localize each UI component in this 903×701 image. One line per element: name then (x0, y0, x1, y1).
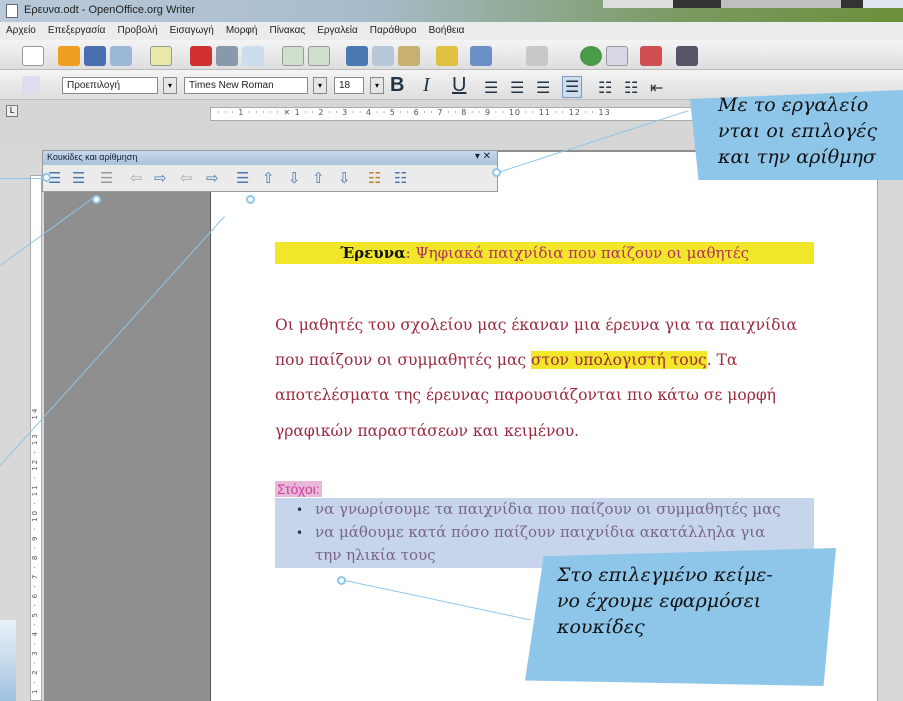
pointer-dot-icon (92, 195, 101, 204)
promote-one-level-icon[interactable]: ⇦ (130, 169, 143, 187)
writer-window: Ερευνα.odt - OpenOffice.org Writer Αρχεί… (0, 0, 903, 701)
font-size-box[interactable]: 18 (334, 77, 364, 94)
redo-icon[interactable] (526, 46, 548, 66)
styles-icon[interactable] (22, 76, 40, 94)
move-down-icon[interactable]: ⇩ (288, 169, 301, 187)
page-preview-icon[interactable] (242, 46, 264, 66)
document-icon (6, 4, 18, 18)
underline-button[interactable]: U (452, 74, 466, 97)
format-paintbrush-icon[interactable] (436, 46, 458, 66)
vertical-ruler: 1 · 2 · 3 · 4 · 5 · 6 · 7 · 8 · 9 · 10 ·… (30, 175, 42, 701)
align-right-icon[interactable]: ☰ (536, 78, 550, 98)
paragraph-line[interactable]: αποτελέσματα της έρευνας παρουσιάζονται … (275, 386, 816, 404)
undo-icon[interactable] (470, 46, 492, 66)
highlighted-text: στον υπολογιστή τους (531, 351, 707, 369)
hyperlink-icon[interactable] (580, 46, 602, 66)
demote-with-subpoints-icon[interactable]: ⇨ (206, 169, 219, 187)
move-down-with-subpoints-icon[interactable]: ⇩ (338, 169, 351, 187)
menu-bar: Αρχείο Επεξεργασία Προβολή Εισαγωγή Μορφ… (0, 22, 903, 40)
italic-button[interactable]: I (423, 74, 430, 97)
tab-stop-icon[interactable]: L (6, 105, 18, 117)
close-icon[interactable]: ▾ ✕ (475, 151, 491, 162)
bullet-dot-icon: • (296, 526, 304, 540)
menu-help[interactable]: Βοήθεια (429, 25, 465, 40)
list-item-continuation[interactable]: την ηλικία τους (315, 546, 436, 564)
export-pdf-icon[interactable] (190, 46, 212, 66)
font-name-box[interactable]: Times New Roman (184, 77, 308, 94)
callout-toolbar-description: Με το εργαλείο νται οι επιλογές και την … (690, 90, 903, 180)
style-dropdown-icon[interactable]: ▾ (163, 77, 177, 94)
save-icon[interactable] (84, 46, 106, 66)
move-up-icon[interactable]: ⇧ (262, 169, 275, 187)
paragraph-line[interactable]: γραφικών παραστάσεων και κειμένου. (275, 422, 816, 440)
pointer-dot-icon (337, 576, 346, 585)
bullets-icon[interactable]: ☷ (624, 78, 638, 98)
callout-bullets-applied: Στο επιλεγμένο κείμε- νο έχουμε εφαρμόσε… (525, 548, 836, 686)
menu-insert[interactable]: Εισαγωγή (170, 25, 214, 40)
menu-tools[interactable]: Εργαλεία (317, 25, 358, 40)
paragraph-line[interactable]: Οι μαθητές του σχολείου μας έκαναν μια έ… (275, 316, 816, 334)
pointer-line (0, 178, 46, 179)
restart-numbering-icon[interactable]: ☷ (368, 169, 381, 187)
table-icon[interactable] (606, 46, 628, 66)
paragraph-line[interactable]: που παίζουν οι συμμαθητές μας στον υπολο… (275, 351, 816, 369)
copy-icon[interactable] (372, 46, 394, 66)
menu-edit[interactable]: Επεξεργασία (48, 25, 106, 40)
paragraph-style-box[interactable]: Προεπιλογή (62, 77, 158, 94)
bullets-numbering-dialog-icon[interactable]: ☷ (394, 169, 407, 187)
vertical-scrollbar[interactable] (877, 150, 903, 701)
document-heading[interactable]: Έρευνα: Ψηφιακά παιχνίδια που παίζουν οι… (275, 242, 814, 264)
numbering-on-off-icon[interactable]: ☰ (72, 169, 85, 187)
bullet-dot-icon: • (296, 503, 304, 517)
new-document-icon[interactable] (22, 46, 44, 66)
numbering-off-icon[interactable]: ☰ (100, 169, 113, 187)
pointer-dot-icon (246, 195, 255, 204)
background-window-strip (603, 0, 903, 8)
menu-file[interactable]: Αρχείο (6, 25, 36, 40)
move-up-with-subpoints-icon[interactable]: ⇧ (312, 169, 325, 187)
demote-one-level-icon[interactable]: ⇨ (154, 169, 167, 187)
show-draw-functions-icon[interactable] (640, 46, 662, 66)
align-left-icon[interactable]: ☰ (484, 78, 498, 98)
menu-window[interactable]: Παράθυρο (370, 25, 417, 40)
size-dropdown-icon[interactable]: ▾ (370, 77, 384, 94)
bold-button[interactable]: B (390, 74, 404, 97)
cut-icon[interactable] (346, 46, 368, 66)
menu-view[interactable]: Προβολή (117, 25, 157, 40)
menu-table[interactable]: Πίνακας (269, 25, 305, 40)
horizontal-ruler[interactable]: · · · 1 · · · · · ✕ 1 · · 2 · · 3 · · 4 … (210, 107, 770, 121)
promote-with-subpoints-icon[interactable]: ⇦ (180, 169, 193, 187)
insert-unnumbered-entry-icon[interactable]: ☰ (236, 169, 249, 187)
font-dropdown-icon[interactable]: ▾ (313, 77, 327, 94)
list-item[interactable]: να γνωρίσουμε τα παιχνίδια που παίζουν ο… (315, 500, 781, 518)
print-icon[interactable] (216, 46, 238, 66)
goals-heading[interactable]: Στόχοι: (275, 481, 322, 497)
window-title: Ερευνα.odt - OpenOffice.org Writer (24, 4, 196, 16)
menu-format[interactable]: Μορφή (226, 25, 258, 40)
email-icon[interactable] (110, 46, 132, 66)
decrease-indent-icon[interactable]: ⇤ (650, 78, 663, 98)
paste-icon[interactable] (398, 46, 420, 66)
align-center-icon[interactable]: ☰ (510, 78, 524, 98)
spellcheck-icon[interactable] (282, 46, 304, 66)
desktop-edge (0, 620, 16, 701)
autospellcheck-icon[interactable] (308, 46, 330, 66)
pointer-dot-icon (42, 173, 51, 182)
edit-file-icon[interactable] (150, 46, 172, 66)
justify-icon[interactable]: ☰ (562, 76, 583, 98)
toolbar-title[interactable]: Κουκίδες και αρίθμηση ▾ ✕ (43, 151, 497, 165)
list-item[interactable]: να μάθουμε κατά πόσο παίζουν παιχνίδια α… (315, 523, 765, 541)
pointer-dot-icon (492, 168, 501, 177)
find-replace-icon[interactable] (676, 46, 698, 66)
numbering-icon[interactable]: ☷ (598, 78, 612, 98)
open-icon[interactable] (58, 46, 80, 66)
